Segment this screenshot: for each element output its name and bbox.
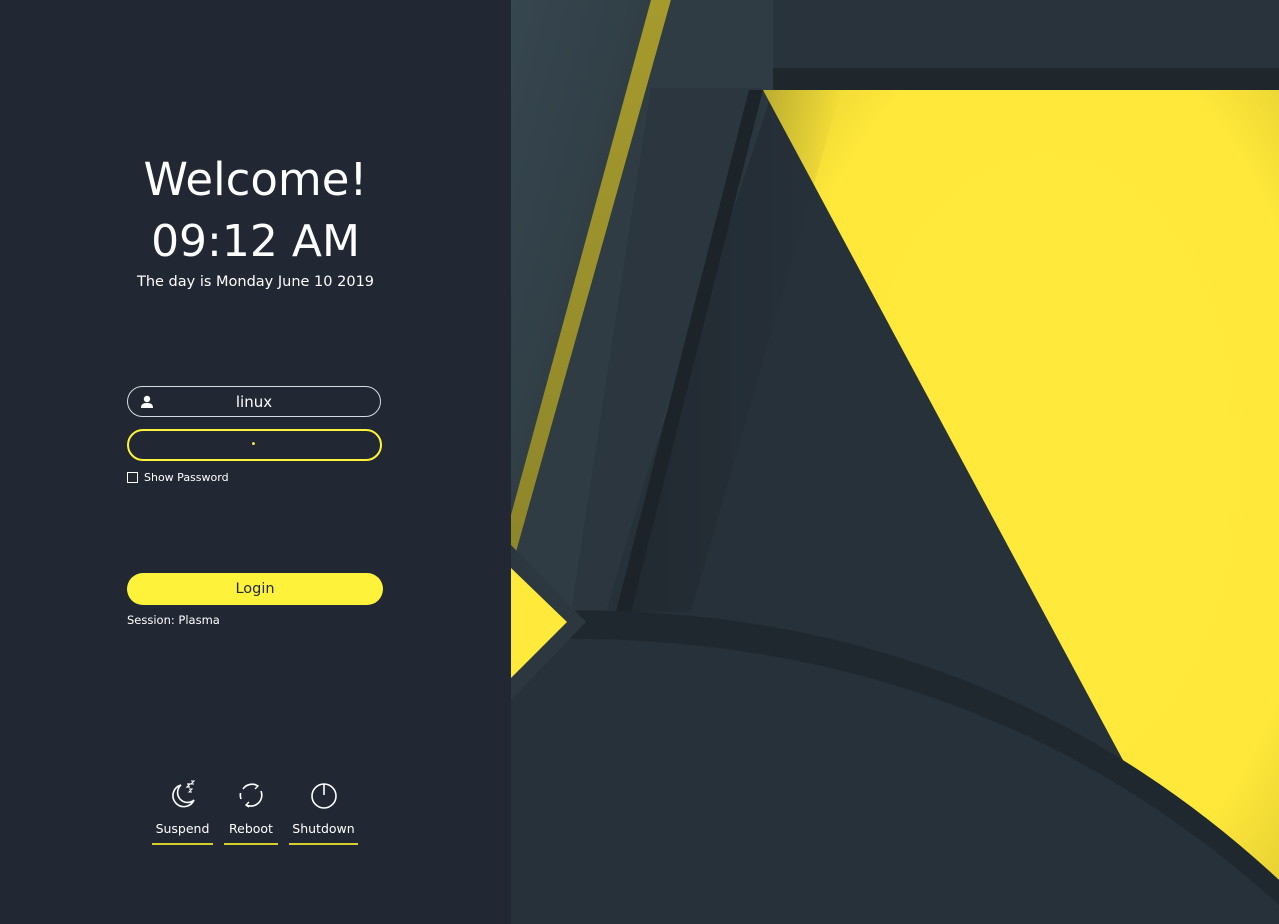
show-password-toggle[interactable]: Show Password — [127, 470, 229, 484]
password-field[interactable]: • — [127, 429, 382, 461]
login-panel: Welcome! 09:12 AM The day is Monday June… — [0, 0, 511, 924]
reboot-label: Reboot — [229, 821, 273, 836]
clock-time: 09:12 AM — [151, 216, 360, 267]
reboot-icon — [239, 783, 263, 808]
show-password-checkbox[interactable] — [127, 471, 138, 483]
password-mask: • — [250, 439, 259, 450]
date-text: The day is Monday June 10 2019 — [136, 274, 375, 290]
shutdown-button[interactable]: Shutdown — [289, 780, 358, 845]
login-screen: Welcome! 09:12 AM The day is Monday June… — [0, 0, 1279, 924]
suspend-label: Suspend — [155, 821, 210, 836]
show-password-label: Show Password — [144, 470, 229, 484]
suspend-button[interactable]: Suspend — [152, 780, 213, 845]
reboot-button[interactable]: Reboot — [224, 780, 278, 845]
moon-sleep-icon — [171, 780, 195, 808]
session-selector[interactable]: Session: Plasma — [127, 612, 220, 628]
username-field[interactable]: linux — [127, 386, 381, 417]
username-value: linux — [235, 393, 273, 411]
power-icon — [310, 783, 337, 809]
wallpaper — [511, 0, 1279, 924]
reboot-underline — [224, 843, 278, 845]
login-button[interactable]: Login — [127, 573, 383, 605]
suspend-underline — [152, 843, 213, 845]
shutdown-label: Shutdown — [292, 821, 355, 836]
shutdown-underline — [289, 843, 358, 845]
welcome-heading: Welcome! — [143, 153, 368, 206]
